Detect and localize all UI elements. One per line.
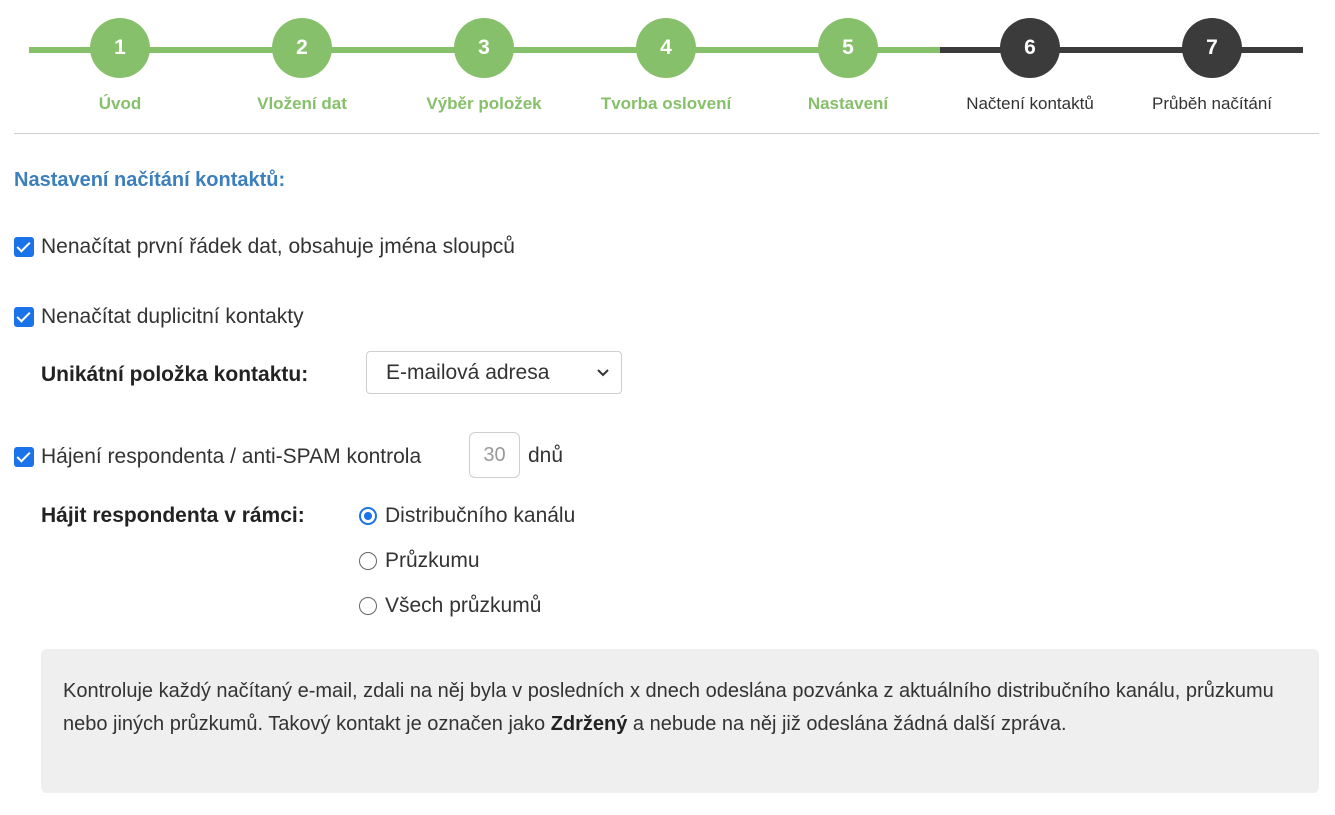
step-number: 6 xyxy=(1000,18,1060,78)
step-number: 5 xyxy=(818,18,878,78)
step-number: 1 xyxy=(90,18,150,78)
anti-spam-label: Hájení respondenta / anti-SPAM kontrola xyxy=(41,445,422,468)
unique-field-label: Unikátní položka kontaktu: xyxy=(41,363,309,386)
skip-header-checkbox[interactable] xyxy=(14,237,34,257)
step-label: Výběr položek xyxy=(426,94,542,113)
step-3[interactable]: 3 Výběr položek xyxy=(414,18,554,114)
skip-duplicates-checkbox[interactable] xyxy=(14,307,34,327)
unique-field-select[interactable]: E-mailová adresa xyxy=(366,351,622,394)
step-4[interactable]: 4 Tvorba oslovení xyxy=(596,18,736,114)
step-number: 3 xyxy=(454,18,514,78)
info-box: Kontroluje každý načítaný e-mail, zdali … xyxy=(41,649,1319,793)
scope-option-label: Všech průzkumů xyxy=(385,594,542,617)
scope-radio[interactable] xyxy=(359,597,377,615)
anti-spam-checkbox[interactable] xyxy=(14,447,34,467)
skip-header-option[interactable]: Nenačítat první řádek dat, obsahuje jmén… xyxy=(14,235,515,259)
step-label: Vložení dat xyxy=(257,94,347,113)
step-2[interactable]: 2 Vložení dat xyxy=(232,18,372,114)
skip-header-label: Nenačítat první řádek dat, obsahuje jmén… xyxy=(41,235,515,258)
step-7: 7 Průběh načítání xyxy=(1142,18,1282,114)
info-text-bold: Zdržený xyxy=(550,713,628,735)
step-number: 7 xyxy=(1182,18,1242,78)
step-number: 4 xyxy=(636,18,696,78)
days-unit: dnů xyxy=(528,444,564,467)
step-label: Průběh načítání xyxy=(1151,94,1273,113)
scope-option-all-surveys[interactable]: Všech průzkumů xyxy=(359,594,541,618)
scope-radio[interactable] xyxy=(359,507,377,525)
days-input[interactable]: 30 xyxy=(469,432,520,478)
step-5[interactable]: 5 Nastavení xyxy=(778,18,918,114)
scope-radio[interactable] xyxy=(359,552,377,570)
step-6: 6 Načtení kontaktů xyxy=(960,18,1100,114)
step-label: Načtení kontaktů xyxy=(966,94,1094,113)
section-title: Nastavení načítání kontaktů: xyxy=(14,169,286,191)
step-label: Nastavení xyxy=(807,94,889,113)
anti-spam-option[interactable]: Hájení respondenta / anti-SPAM kontrola xyxy=(14,445,421,469)
divider xyxy=(14,133,1319,134)
unique-field-value: E-mailová adresa xyxy=(386,360,550,384)
scope-label: Hájit respondenta v rámci: xyxy=(41,504,305,527)
step-label: Úvod xyxy=(98,94,142,113)
info-text-after: a nebude na něj již odeslána žádná další… xyxy=(627,713,1067,735)
scope-option-label: Průzkumu xyxy=(385,549,480,572)
scope-option-survey[interactable]: Průzkumu xyxy=(359,549,480,573)
step-number: 2 xyxy=(272,18,332,78)
skip-duplicates-option[interactable]: Nenačítat duplicitní kontakty xyxy=(14,305,304,329)
chevron-down-icon xyxy=(597,369,609,377)
scope-option-label: Distribučního kanálu xyxy=(385,504,576,527)
step-label: Tvorba oslovení xyxy=(600,94,732,113)
step-1[interactable]: 1 Úvod xyxy=(50,18,190,114)
wizard-stepper: 1 Úvod 2 Vložení dat 3 Výběr položek 4 T… xyxy=(0,0,1335,134)
scope-option-channel[interactable]: Distribučního kanálu xyxy=(359,504,575,528)
skip-duplicates-label: Nenačítat duplicitní kontakty xyxy=(41,305,304,328)
